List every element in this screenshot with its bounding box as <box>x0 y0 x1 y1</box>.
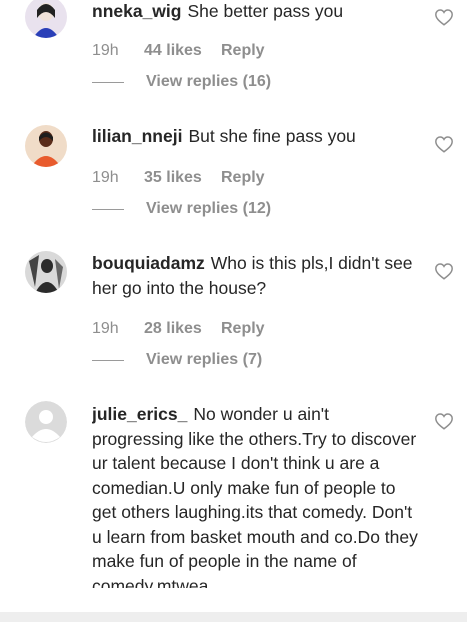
avatar[interactable] <box>25 125 67 167</box>
avatar[interactable] <box>25 0 67 38</box>
heart-icon[interactable] <box>434 8 454 26</box>
heart-icon[interactable] <box>434 412 454 430</box>
comment-likes[interactable]: 35 likes <box>144 169 221 187</box>
comment-username[interactable]: nneka_wig <box>92 1 181 21</box>
view-replies-label: View replies (12) <box>146 200 272 217</box>
comment-text: No wonder u ain't progressing like the o… <box>92 404 418 588</box>
comment-text: She better pass you <box>187 1 344 21</box>
view-replies-button[interactable]: View replies (7) <box>92 351 262 369</box>
replies-divider <box>92 81 124 83</box>
replies-divider <box>92 208 124 210</box>
comment-likes[interactable]: 28 likes <box>144 320 221 338</box>
view-replies-button[interactable]: View replies (12) <box>92 200 271 218</box>
comment-text-block: nneka_wig She better pass you <box>92 0 422 24</box>
comment-text-block: lilian_nneji But she fine pass you <box>92 124 422 149</box>
view-replies-button[interactable]: View replies (16) <box>92 73 271 91</box>
comment-text-block: bouquiadamz Who is this pls,I didn't see … <box>92 251 422 300</box>
reply-button[interactable]: Reply <box>221 320 265 338</box>
avatar[interactable] <box>25 251 67 293</box>
comment-username[interactable]: bouquiadamz <box>92 253 205 273</box>
avatar[interactable] <box>25 401 67 443</box>
comment-time: 19h <box>92 169 119 186</box>
comment-likes[interactable]: 44 likes <box>144 42 221 60</box>
view-replies-label: View replies (16) <box>146 73 272 90</box>
comment-text: But she fine pass you <box>188 126 356 146</box>
reply-button[interactable]: Reply <box>221 169 265 187</box>
comment-time: 19h <box>92 42 119 59</box>
view-replies-label: View replies (7) <box>146 351 263 368</box>
heart-icon[interactable] <box>434 262 454 280</box>
reply-button[interactable]: Reply <box>221 42 265 60</box>
comment-username[interactable]: lilian_nneji <box>92 126 182 146</box>
comment-meta: 19h 28 likes Reply <box>92 320 265 338</box>
comment-text-block: julie_erics_ No wonder u ain't progressin… <box>92 402 422 588</box>
heart-icon[interactable] <box>434 135 454 153</box>
replies-divider <box>92 359 124 361</box>
bottom-edge <box>0 612 467 622</box>
comment-meta: 19h 44 likes Reply <box>92 42 265 60</box>
comment-username[interactable]: julie_erics_ <box>92 404 187 424</box>
comment-time: 19h <box>92 320 119 337</box>
comment-meta: 19h 35 likes Reply <box>92 169 265 187</box>
